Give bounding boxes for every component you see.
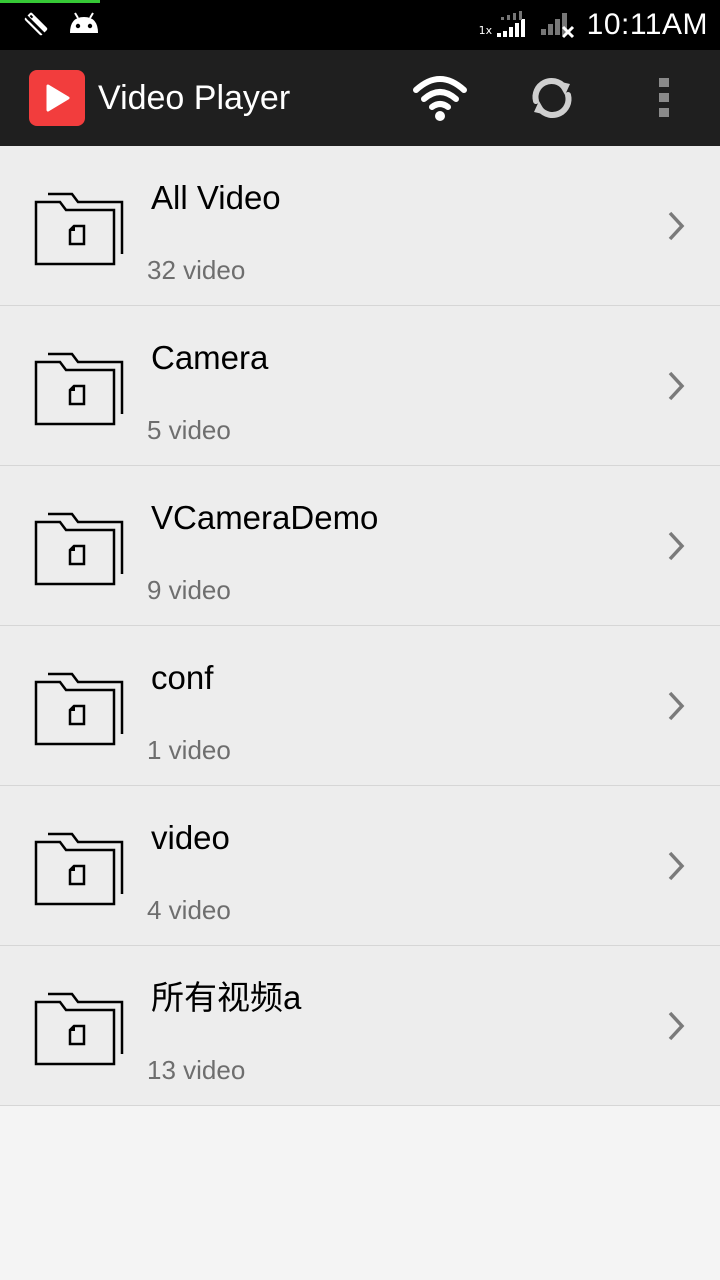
folder-row-camera[interactable]: Camera 5 video bbox=[0, 306, 720, 466]
folder-name: Camera bbox=[151, 339, 269, 376]
status-bar: 1x 10:11AM bbox=[0, 0, 720, 50]
status-right-icons: 1x 10:11AM bbox=[479, 0, 708, 50]
chevron-right-icon bbox=[668, 371, 685, 401]
app-logo-icon bbox=[29, 70, 85, 126]
folder-icon bbox=[34, 832, 124, 906]
folder-name: All Video bbox=[151, 179, 281, 216]
overflow-menu-button[interactable] bbox=[634, 70, 694, 126]
folder-name: video bbox=[151, 819, 230, 856]
folder-list: All Video 32 video Camera 5 video VCamer… bbox=[0, 146, 720, 1106]
folder-row-all-videos-cn[interactable]: 所有视频a 13 video bbox=[0, 946, 720, 1106]
folder-count: 5 video bbox=[147, 415, 231, 445]
folder-count: 1 video bbox=[147, 735, 231, 765]
wifi-icon bbox=[413, 76, 467, 121]
folder-count: 9 video bbox=[147, 575, 231, 605]
folder-name: VCameraDemo bbox=[151, 499, 379, 536]
chevron-right-icon bbox=[668, 531, 685, 561]
wifi-button[interactable] bbox=[410, 70, 470, 126]
status-accent-line bbox=[0, 0, 100, 3]
folder-name: 所有视频a bbox=[151, 979, 302, 1016]
folder-icon bbox=[34, 352, 124, 426]
folder-icon bbox=[34, 992, 124, 1066]
android-icon bbox=[66, 9, 102, 44]
folder-row-all-video[interactable]: All Video 32 video bbox=[0, 146, 720, 306]
chevron-right-icon bbox=[668, 1011, 685, 1041]
folder-row-conf[interactable]: conf 1 video bbox=[0, 626, 720, 786]
usb-debug-icon bbox=[20, 8, 52, 45]
status-time: 10:11AM bbox=[586, 8, 708, 41]
signal-1x-icon: 1x bbox=[479, 7, 529, 43]
refresh-button[interactable] bbox=[522, 70, 582, 126]
signal-icon bbox=[539, 5, 577, 46]
folder-count: 13 video bbox=[147, 1055, 246, 1085]
overflow-menu-icon bbox=[659, 78, 669, 117]
status-left-icons bbox=[20, 8, 102, 45]
refresh-icon bbox=[532, 78, 572, 118]
chevron-right-icon bbox=[668, 691, 685, 721]
app-title: Video Player bbox=[98, 79, 291, 117]
chevron-right-icon bbox=[668, 211, 685, 241]
folder-row-vcamerademo[interactable]: VCameraDemo 9 video bbox=[0, 466, 720, 626]
folder-count: 4 video bbox=[147, 895, 231, 925]
folder-icon bbox=[34, 672, 124, 746]
folder-count: 32 video bbox=[147, 255, 246, 285]
folder-row-video[interactable]: video 4 video bbox=[0, 786, 720, 946]
folder-icon bbox=[34, 512, 124, 586]
folder-icon bbox=[34, 192, 124, 266]
chevron-right-icon bbox=[668, 851, 685, 881]
folder-name: conf bbox=[151, 659, 214, 696]
app-bar: Video Player bbox=[0, 50, 720, 146]
